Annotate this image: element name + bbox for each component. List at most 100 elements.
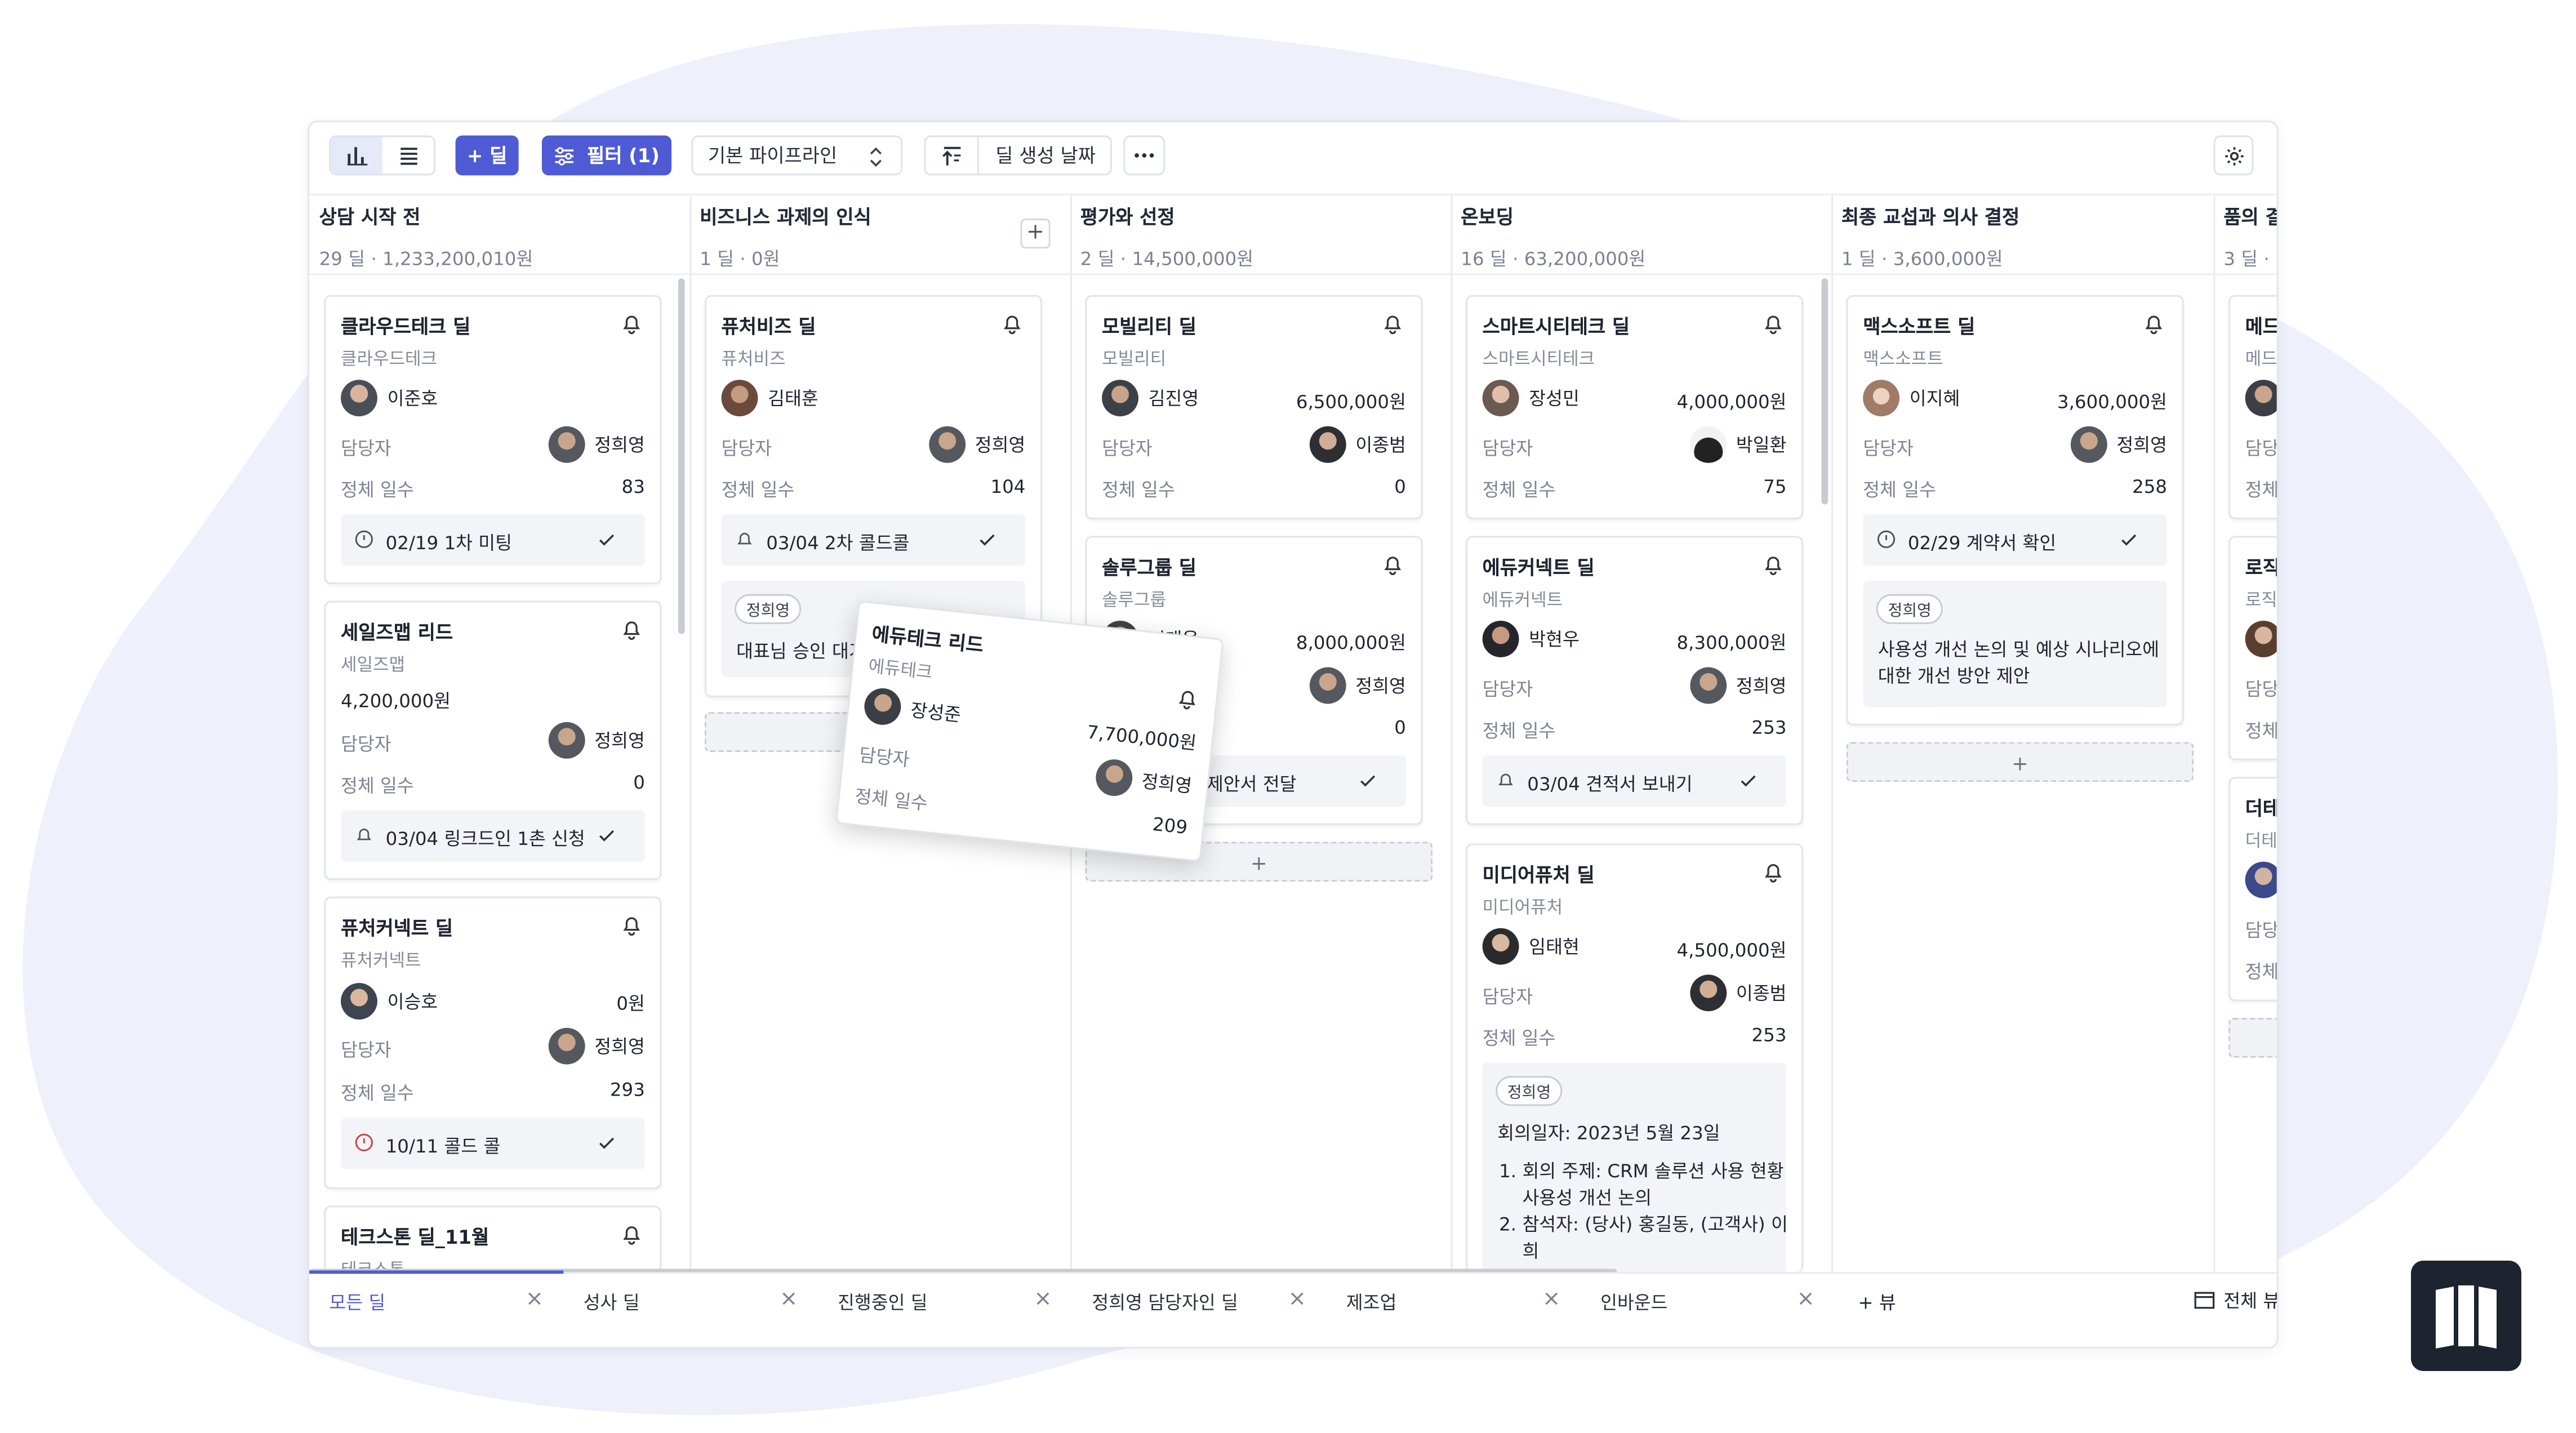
stagnant-days-value: 75	[1763, 476, 1787, 498]
manager-person[interactable]: 박일환	[1689, 426, 1787, 463]
bell-icon[interactable]	[620, 311, 643, 335]
deal-card[interactable]: 에듀커넥트 딜 에듀커넥트 박현우 8,300,000원 담당자 정희영 정체 …	[1466, 536, 1803, 825]
column-scrollbar[interactable]	[1821, 278, 1828, 505]
activity-item[interactable]: 02/29 계약서 확인	[1863, 514, 2168, 566]
close-icon[interactable]: ×	[1542, 1287, 1560, 1312]
deal-card[interactable]: 세일즈맵 리드 세일즈맵 4,200,000원 담당자 정희영 정체 일수 0 0…	[324, 600, 662, 880]
activity-item[interactable]: 03/04 링크드인 1촌 신청	[341, 810, 645, 862]
bell-icon[interactable]	[1761, 311, 1785, 335]
manager-person[interactable]: 정희영	[548, 426, 645, 463]
tab-in-progress-deals[interactable]: 진행중인 딜 ×	[818, 1274, 1072, 1325]
deal-card[interactable]: 더테크스 더테크스 담당자 정체 일수	[2228, 777, 2279, 1002]
deal-card[interactable]: 모빌리티 딜 모빌리티 김진영 6,500,000원 담당자 이종범 정체 일수…	[1085, 295, 1423, 519]
contact-person[interactable]	[2245, 380, 2277, 417]
manager-person[interactable]: 정희영	[928, 426, 1025, 463]
manager-person[interactable]: 정희영	[548, 722, 645, 759]
kanban-view-button[interactable]	[331, 137, 382, 174]
add-card-button[interactable]	[2228, 1018, 2277, 1058]
settings-button[interactable]	[2213, 135, 2254, 176]
activity-item[interactable]: 02/19 1차 미팅	[341, 514, 645, 566]
deal-card[interactable]: 스마트시티테크 딜 스마트시티테크 장성민 4,000,000원 담당자 박일환…	[1466, 295, 1803, 519]
check-icon[interactable]	[597, 1133, 616, 1152]
sort-field-label[interactable]: 딜 생성 날짜	[995, 142, 1096, 168]
deal-card[interactable]: 메드테크 메드테크 담당자 정체 일수	[2228, 295, 2277, 519]
bell-icon[interactable]	[620, 913, 643, 936]
manager-person[interactable]: 이종범	[1689, 974, 1787, 1012]
manager-person[interactable]: 정희영	[2070, 426, 2167, 463]
bell-icon[interactable]	[1761, 860, 1785, 883]
manager-name: 정희영	[594, 434, 645, 456]
contact-person[interactable]	[2245, 861, 2277, 898]
check-icon[interactable]	[1738, 770, 1758, 790]
all-views-button[interactable]: 전체 뷰	[2194, 1287, 2277, 1314]
activity-item[interactable]: 10/11 콜드 콜	[341, 1118, 645, 1169]
add-deal-to-column-button[interactable]: +	[1020, 219, 1051, 249]
check-icon[interactable]	[597, 825, 616, 845]
deal-card[interactable]: 테크스톤 딜_11월 테크스톤	[324, 1205, 662, 1272]
close-icon[interactable]: ×	[1796, 1287, 1814, 1312]
bell-icon[interactable]	[620, 1222, 643, 1245]
tab-won-deals[interactable]: 성사 딜 ×	[563, 1274, 817, 1325]
tab-manufacturing[interactable]: 제조업 ×	[1326, 1274, 1580, 1325]
activity-item[interactable]: 03/04 견적서 보내기	[1482, 755, 1787, 807]
check-icon[interactable]	[2119, 529, 2139, 549]
deal-card[interactable]: 퓨처커넥트 딜 퓨처커넥트 이승호 0원 담당자 정희영 정체 일수 293 10…	[324, 896, 662, 1189]
close-icon[interactable]: ×	[1288, 1287, 1306, 1312]
contact-person[interactable]: 이준호	[341, 380, 438, 417]
manager-person[interactable]: 정희영	[1689, 667, 1787, 704]
bell-icon[interactable]	[1000, 311, 1024, 335]
activity-text: 03/04 2차 콜드콜	[766, 532, 910, 554]
check-icon[interactable]	[1358, 770, 1377, 790]
amount-row: 3,600,000원	[1863, 383, 2167, 416]
manager-person[interactable]: 정희영	[1093, 757, 1194, 804]
stage-column: 온보딩 16 딜 · 63,200,000원 스마트시티테크 딜 스마트시티테크…	[1451, 195, 1834, 1272]
bell-icon[interactable]	[1175, 686, 1200, 711]
deal-card[interactable]: 맥스소프트 딜 맥스소프트 이지혜 3,600,000원 담당자 정희영 정체 …	[1846, 295, 2184, 726]
bell-icon[interactable]	[1381, 311, 1404, 335]
more-button[interactable]	[1123, 135, 1165, 176]
deal-card[interactable]: 로직테크 로직테크 담당자 정체 일수	[2228, 536, 2277, 760]
column-scrollbar[interactable]	[678, 278, 685, 634]
memo-list-item: 회의 주제: CRM 솔루션 사용 현황 및 사용성 개선 논의	[1522, 1159, 1786, 1212]
bell-icon[interactable]	[1381, 553, 1404, 576]
deal-card[interactable]: 미디어퓨처 딜 미디어퓨처 임태현 4,500,000원 담당자 이종범 정체 …	[1466, 843, 1803, 1272]
check-icon[interactable]	[977, 529, 997, 549]
stagnant-days-value: 0	[1394, 717, 1406, 739]
dragged-deal-card[interactable]: 에듀테크 리드 에듀테크 장성준 7,700,000원 담당자 정희영 정체 일…	[835, 600, 1224, 862]
bell-icon[interactable]	[2142, 311, 2165, 335]
tab-inbound[interactable]: 인바운드 ×	[1581, 1274, 1835, 1325]
manager-name: 정희영	[594, 730, 645, 752]
tab-all-deals[interactable]: 모든 딜 ×	[309, 1270, 564, 1325]
manager-label: 담당자	[1102, 438, 1153, 460]
bell-icon[interactable]	[620, 617, 643, 640]
manager-label: 담당자	[1482, 679, 1533, 701]
stagnant-days-label: 정체 일수	[2245, 961, 2279, 983]
avatar	[1309, 667, 1346, 704]
activity-item[interactable]: 03/04 2차 콜드콜	[721, 514, 1026, 566]
close-icon[interactable]: ×	[780, 1287, 798, 1312]
manager-person[interactable]: 정희영	[1309, 667, 1406, 704]
manager-person[interactable]: 정희영	[548, 1027, 645, 1065]
memo-note[interactable]: 정희영 회의일자: 2023년 5월 23일 회의 주제: CRM 솔루션 사용…	[1482, 1062, 1787, 1272]
activity-text: 10/11 콜드 콜	[385, 1136, 501, 1158]
add-card-button[interactable]: +	[1846, 742, 2194, 782]
pipeline-select[interactable]: 기본 파이프라인	[691, 135, 903, 176]
tab-manager-deals[interactable]: 정희영 담당자인 딜 ×	[1072, 1274, 1326, 1325]
stagnant-days-value: 0	[633, 772, 645, 794]
close-icon[interactable]: ×	[526, 1287, 544, 1312]
filter-button[interactable]: 필터 (1)	[541, 135, 672, 176]
sort-direction-button[interactable]	[926, 137, 979, 174]
add-deal-button[interactable]: + 딜	[455, 135, 519, 176]
check-icon[interactable]	[597, 529, 616, 549]
filter-label: 필터 (1)	[587, 144, 660, 167]
contact-person[interactable]	[2245, 620, 2277, 657]
bell-icon[interactable]	[1761, 553, 1785, 576]
contact-person[interactable]: 김태훈	[721, 380, 818, 417]
memo-note[interactable]: 정희영 사용성 개선 논의 및 예상 시나리오에 대한 개선 방안 제안	[1863, 581, 2168, 707]
manager-person[interactable]: 이종범	[1309, 426, 1406, 463]
add-view-button[interactable]: + 뷰	[1858, 1289, 1896, 1315]
close-icon[interactable]: ×	[1034, 1287, 1052, 1312]
deal-card[interactable]: 클라우드테크 딜 클라우드테크 이준호 담당자 정희영 정체 일수 83 02/1…	[324, 295, 662, 585]
stagnant-days-value: 258	[2132, 476, 2168, 498]
list-view-button[interactable]	[382, 137, 434, 174]
